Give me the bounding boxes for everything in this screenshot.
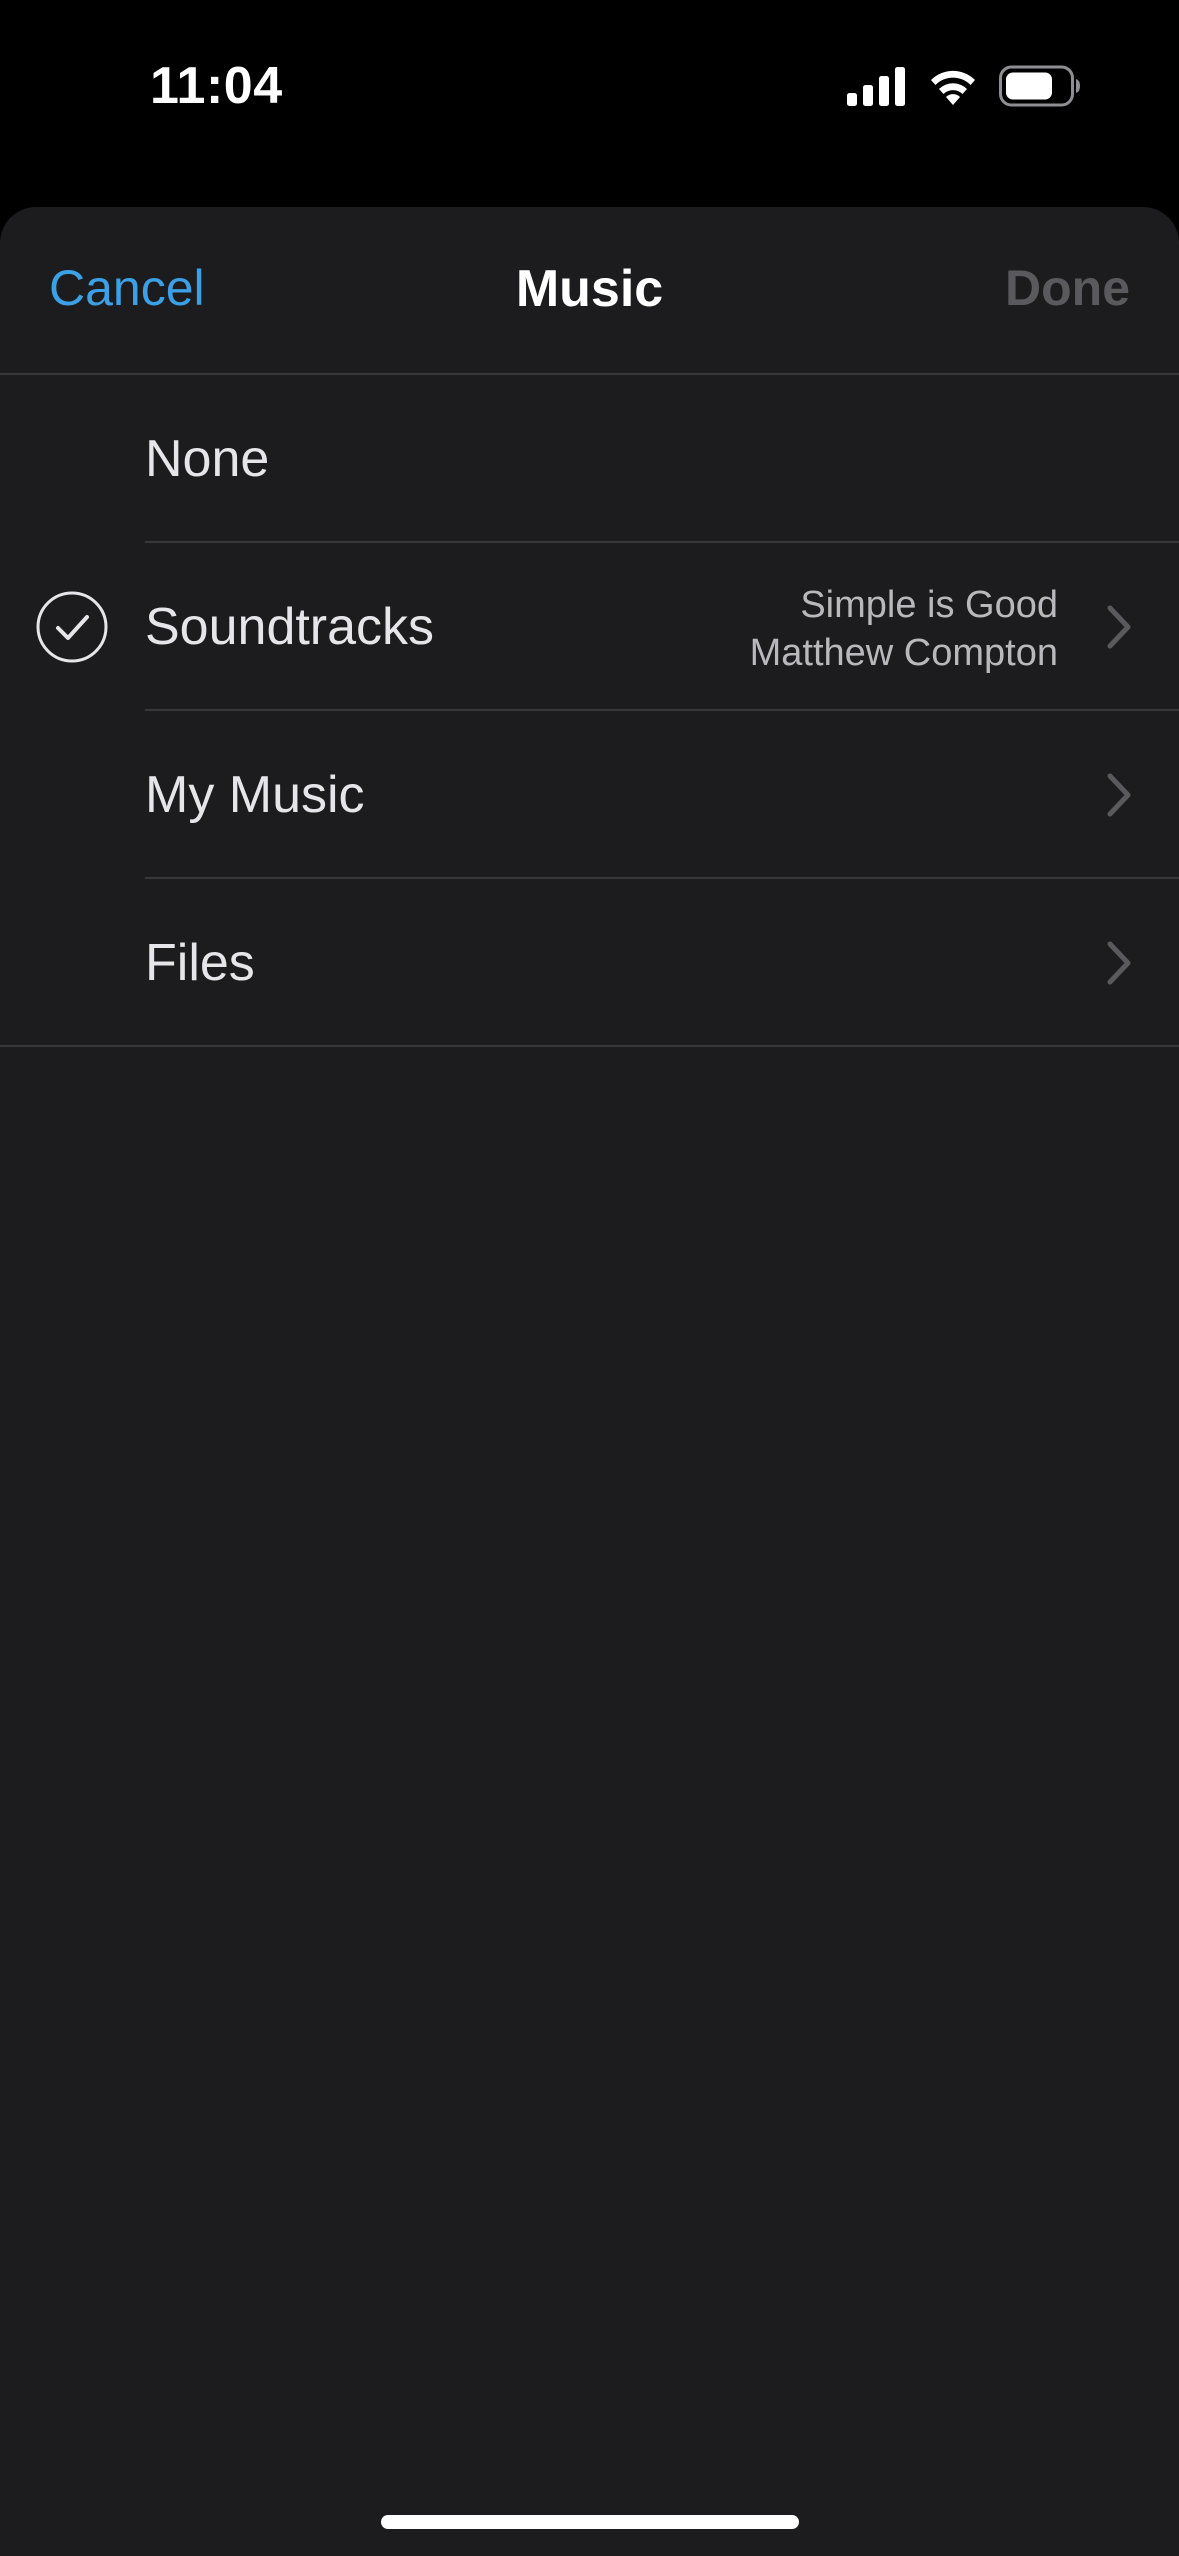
list-item-none[interactable]: None bbox=[0, 375, 1179, 543]
list-item-label: Soundtracks bbox=[145, 598, 435, 656]
list-item-label: My Music bbox=[145, 766, 365, 824]
chevron-right-icon bbox=[1107, 773, 1131, 817]
done-button[interactable]: Done bbox=[1005, 259, 1130, 317]
navigation-bar: Cancel Music Done bbox=[0, 207, 1179, 375]
music-sheet: Cancel Music Done None Soundtracks Simpl… bbox=[0, 207, 1179, 2556]
chevron-right-icon bbox=[1107, 605, 1131, 649]
selected-track-detail: Simple is Good Matthew Compton bbox=[750, 581, 1058, 677]
track-title: Simple is Good bbox=[800, 584, 1058, 626]
status-icons bbox=[847, 62, 1081, 110]
divider bbox=[0, 1045, 1179, 1047]
home-indicator[interactable] bbox=[381, 2515, 799, 2529]
status-bar: 11:04 bbox=[0, 0, 1179, 200]
list-item-label: None bbox=[145, 430, 270, 488]
track-artist: Matthew Compton bbox=[749, 632, 1058, 674]
list-item-soundtracks[interactable]: Soundtracks Simple is Good Matthew Compt… bbox=[0, 543, 1179, 711]
list-item-my-music[interactable]: My Music bbox=[0, 711, 1179, 879]
page-title: Music bbox=[515, 260, 664, 318]
music-source-list: None Soundtracks Simple is Good Matthew … bbox=[0, 375, 1179, 1047]
cellular-signal-icon bbox=[847, 67, 905, 106]
list-item-files[interactable]: Files bbox=[0, 879, 1179, 1047]
list-item-label: Files bbox=[145, 934, 255, 992]
status-time: 11:04 bbox=[150, 57, 283, 115]
checkmark-circle-icon bbox=[36, 591, 108, 663]
battery-icon bbox=[999, 65, 1080, 107]
chevron-right-icon bbox=[1107, 941, 1131, 985]
wifi-icon bbox=[931, 70, 975, 105]
